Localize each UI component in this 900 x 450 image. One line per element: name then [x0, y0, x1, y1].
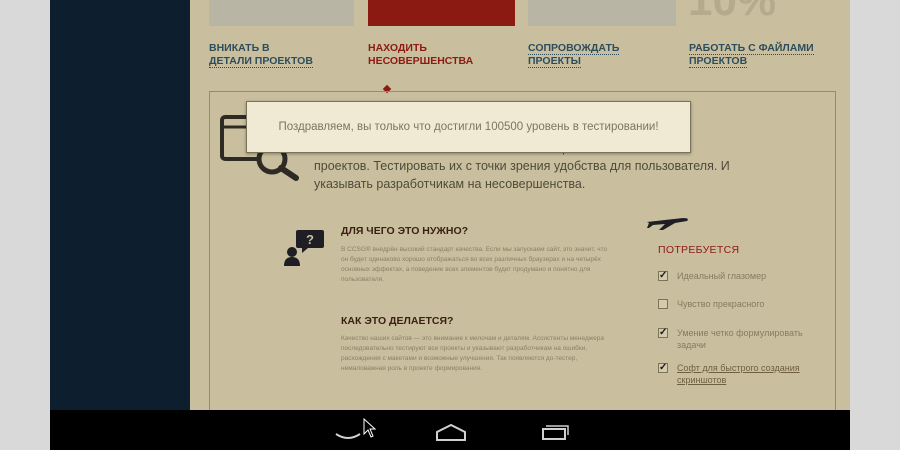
- checkbox-unchecked[interactable]: [658, 299, 668, 309]
- why-text: В CCSG® внедрён высокий стандарт качеств…: [341, 246, 608, 283]
- home-icon[interactable]: [431, 420, 471, 442]
- nav-link-line2: ДЕТАЛИ ПРОЕКТОВ: [209, 55, 313, 68]
- sidebar: [50, 0, 190, 410]
- intro-line: указывать разработчикам на несовершенств…: [314, 177, 586, 191]
- requirements-title: ПОТРЕБУЕТСЯ: [658, 244, 740, 256]
- mouse-cursor-icon: [363, 418, 377, 438]
- nav-link-line1: НАХОДИТЬ: [368, 42, 427, 54]
- requirement-item[interactable]: Чувство прекрасного: [658, 298, 828, 310]
- tile-defects-active[interactable]: [368, 0, 515, 26]
- checkbox-checked[interactable]: ✓: [658, 271, 668, 281]
- how-text: Качество наших сайтов — это внимание к м…: [341, 335, 604, 372]
- nav-link-support[interactable]: СОПРОВОЖДАТЬ ПРОЕКТЫ: [528, 42, 620, 68]
- svg-text:?: ?: [306, 232, 314, 247]
- why-title: ДЛЯ ЧЕГО ЭТО НУЖНО?: [341, 225, 469, 237]
- nav-link-line1: СОПРОВОЖДАТЬ: [528, 42, 620, 55]
- intro-line: проектов. Тестировать их с точки зрения …: [314, 159, 730, 173]
- tile-support[interactable]: [528, 0, 676, 26]
- congrats-dialog[interactable]: Поздравляем, вы только что достигли 1005…: [246, 101, 691, 153]
- requirement-label: Чувство прекрасного: [677, 299, 765, 309]
- android-navigation-bar: [50, 410, 850, 450]
- checkbox-checked[interactable]: ✓: [658, 363, 668, 373]
- requirement-item[interactable]: ✓ Идеальный глазомер: [658, 270, 828, 282]
- requirement-label: Идеальный глазомер: [677, 271, 767, 281]
- recents-icon[interactable]: [534, 420, 574, 442]
- nav-link-files[interactable]: РАБОТАТЬ С ФАЙЛАМИ ПРОЕКТОВ: [689, 42, 814, 68]
- user-question-icon: ?: [284, 230, 324, 266]
- app-screen: 10% ВНИКАТЬ В ДЕТАЛИ ПРОЕКТОВ НАХОДИТЬ Н…: [50, 0, 850, 450]
- requirement-link[interactable]: Софт для быстрого создания скриншотов: [677, 362, 828, 386]
- nav-link-line2: ПРОЕКТЫ: [528, 55, 581, 68]
- how-title: КАК ЭТО ДЕЛАЕТСЯ?: [341, 315, 454, 327]
- nav-link-line1: РАБОТАТЬ С ФАЙЛАМИ: [689, 42, 814, 55]
- requirement-item[interactable]: ✓ Умение четко формулировать задачи: [658, 327, 828, 351]
- checkbox-checked[interactable]: ✓: [658, 328, 668, 338]
- back-icon[interactable]: [328, 420, 368, 442]
- requirement-item[interactable]: ✓ Софт для быстрого создания скриншотов: [658, 362, 828, 386]
- nav-link-defects[interactable]: НАХОДИТЬ НЕСОВЕРШЕНСТВА: [368, 42, 473, 68]
- nav-link-line2: НЕСОВЕРШЕНСТВА: [368, 55, 474, 67]
- percent-number: 10%: [688, 0, 777, 25]
- main-page: 10% ВНИКАТЬ В ДЕТАЛИ ПРОЕКТОВ НАХОДИТЬ Н…: [190, 0, 850, 421]
- nav-link-line2: ПРОЕКТОВ: [689, 55, 748, 68]
- requirement-label: Умение четко формулировать задачи: [677, 328, 803, 350]
- plane-icon: [647, 218, 688, 230]
- nav-link-details[interactable]: ВНИКАТЬ В ДЕТАЛИ ПРОЕКТОВ: [209, 42, 313, 68]
- nav-link-line1: ВНИКАТЬ В: [209, 42, 270, 54]
- dialog-message: Поздравляем, вы только что достигли 1005…: [278, 121, 659, 133]
- tile-details[interactable]: [209, 0, 354, 26]
